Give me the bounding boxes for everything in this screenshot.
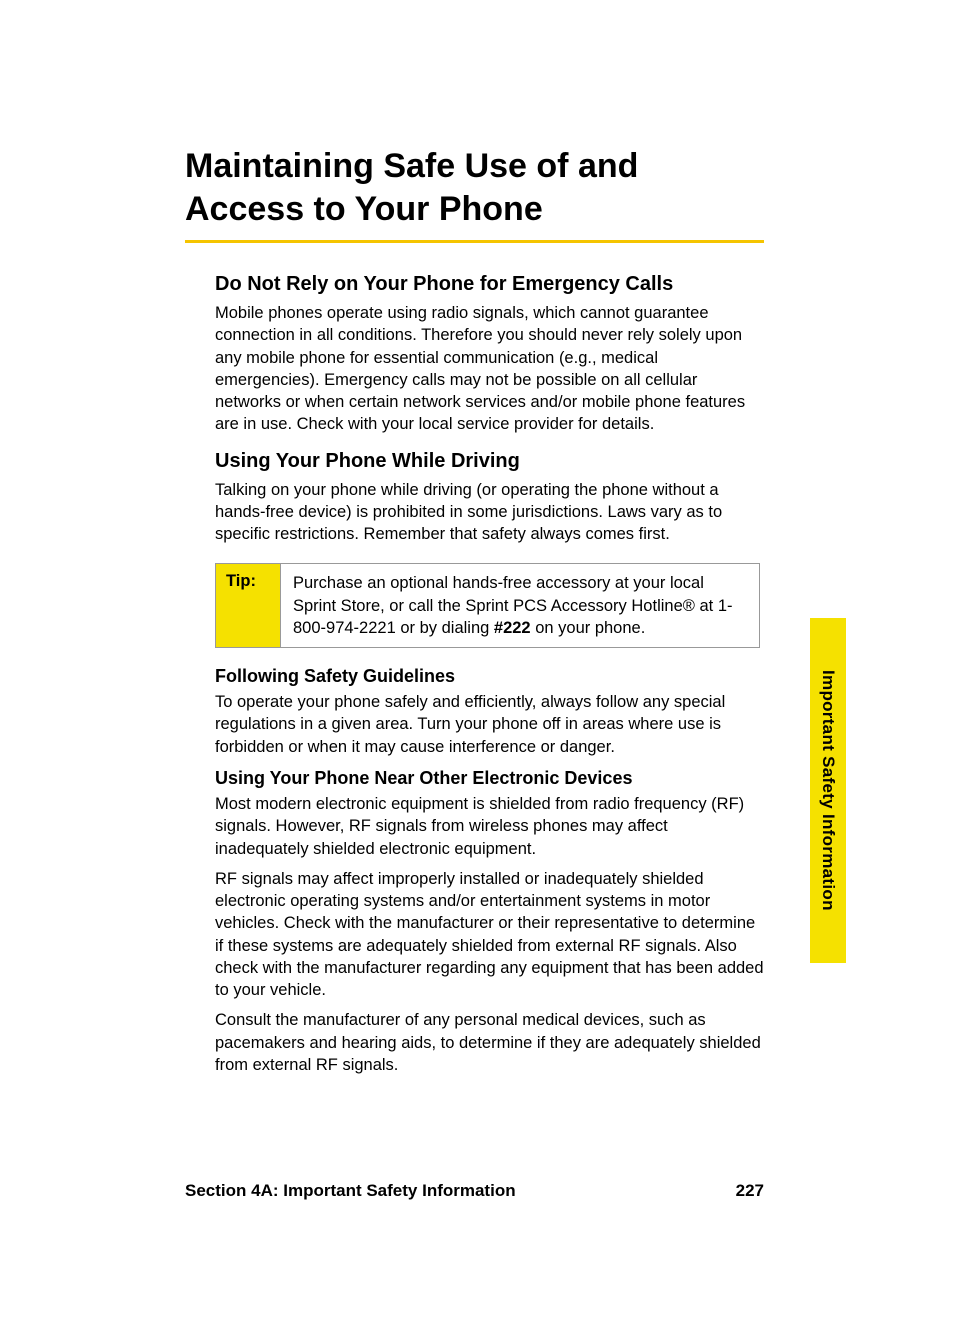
page-footer: Section 4A: Important Safety Information… [185, 1181, 764, 1201]
heading-emergency-calls: Do Not Rely on Your Phone for Emergency … [215, 273, 764, 296]
tip-text-post: on your phone. [531, 619, 646, 637]
title-underline [185, 240, 764, 243]
paragraph-safety-guidelines: To operate your phone safely and efficie… [215, 691, 764, 758]
heading-safety-guidelines: Following Safety Guidelines [215, 666, 764, 687]
tip-text-bold: #222 [494, 619, 531, 637]
paragraph-electronic-1: Most modern electronic equipment is shie… [215, 793, 764, 860]
paragraph-electronic-3: Consult the manufacturer of any personal… [215, 1009, 764, 1076]
heading-driving: Using Your Phone While Driving [215, 450, 764, 473]
page-title: Maintaining Safe Use of and Access to Yo… [185, 145, 764, 230]
tip-box: Tip: Purchase an optional hands-free acc… [215, 563, 760, 648]
footer-page-number: 227 [736, 1181, 764, 1201]
side-tab: Important Safety Information [810, 618, 846, 963]
paragraph-driving: Talking on your phone while driving (or … [215, 479, 764, 546]
heading-electronic-devices: Using Your Phone Near Other Electronic D… [215, 768, 764, 789]
footer-section-label: Section 4A: Important Safety Information [185, 1181, 516, 1201]
tip-content: Purchase an optional hands-free accessor… [281, 564, 759, 647]
side-tab-label: Important Safety Information [818, 670, 838, 911]
tip-label: Tip: [216, 564, 281, 647]
paragraph-electronic-2: RF signals may affect improperly install… [215, 868, 764, 1002]
paragraph-emergency: Mobile phones operate using radio signal… [215, 302, 764, 436]
